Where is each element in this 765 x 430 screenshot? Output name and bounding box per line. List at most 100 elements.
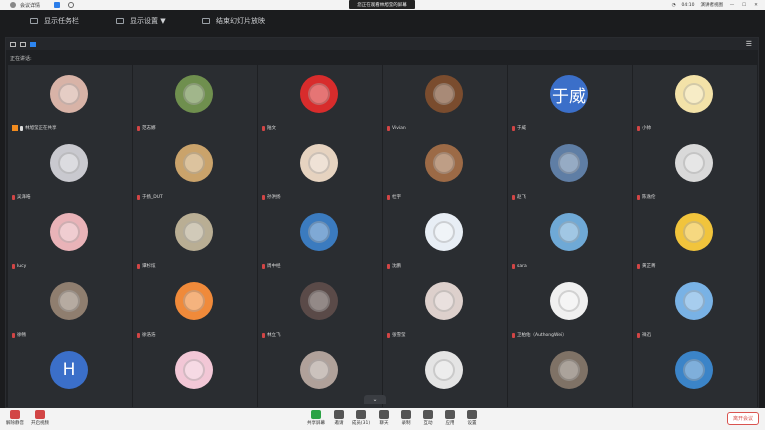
avatar xyxy=(425,144,463,182)
muted-mic-icon xyxy=(387,332,390,338)
participant-name-text: 于威 xyxy=(517,126,526,131)
participant-tile[interactable]: 范志娜 xyxy=(133,65,257,134)
video-panel: ☰ 正在讲话: 林旭莹正在共享 范志娜 陆文 Vivian 于威 于威小帅吴泽皓 于扬_DU… xyxy=(5,37,759,410)
drawing-icon xyxy=(433,221,455,243)
dog-frame-icon xyxy=(183,152,205,174)
minimize-panel-icon[interactable] xyxy=(10,41,16,47)
speaking-label: 正在讲话: xyxy=(10,56,32,62)
totoro-bw-icon xyxy=(433,359,455,381)
participant-tile[interactable]: 林旭莹正在共享 xyxy=(8,65,132,134)
participant-name-text: 周中经 xyxy=(267,264,281,269)
participant-tile[interactable]: 张雪莹 xyxy=(383,272,507,341)
participant-tile[interactable]: 周中经 xyxy=(258,203,382,272)
clock-icon: ◔ xyxy=(671,2,676,8)
avatar xyxy=(425,75,463,113)
show-taskbar-button[interactable]: 显示任务栏 xyxy=(30,16,79,26)
view-mode-button[interactable]: 演讲者视图 xyxy=(701,2,724,8)
participant-tile[interactable]: 谭杉炫 xyxy=(133,203,257,272)
interact-button[interactable]: 互动 xyxy=(417,410,439,426)
participant-tile[interactable]: 徐畅 xyxy=(8,272,132,341)
participant-tile[interactable]: 小帅 xyxy=(633,65,757,134)
participant-name-text: 徐畅 xyxy=(17,333,26,338)
participant-tile[interactable]: 杜宇 xyxy=(383,134,507,203)
participant-tile[interactable]: 沈鹏 xyxy=(383,203,507,272)
display-settings-label: 显示设置 ▼ xyxy=(130,17,166,25)
avatar xyxy=(175,75,213,113)
participant-tile[interactable]: 于扬_DUT xyxy=(133,134,257,203)
display-settings-button[interactable]: 显示设置 ▼ xyxy=(116,16,166,26)
participant-tile[interactable] xyxy=(383,341,507,410)
video-button[interactable]: 开启视频 xyxy=(29,410,51,426)
share-button[interactable]: 共享屏幕 xyxy=(305,410,327,426)
avatar xyxy=(175,282,213,320)
shield-icon[interactable] xyxy=(54,2,61,8)
chat-button[interactable]: 聊天 xyxy=(373,410,395,426)
collapse-icon[interactable]: ⌄ xyxy=(364,395,386,404)
participant-tile[interactable]: 孙洪扬 xyxy=(258,134,382,203)
participant-tile[interactable]: sara xyxy=(508,203,632,272)
dark-photo-icon xyxy=(308,290,330,312)
participant-name: 孙洪扬 xyxy=(262,194,281,200)
grid-view-icon[interactable] xyxy=(20,41,26,47)
share-label: 共享屏幕 xyxy=(307,421,325,426)
meeting-info[interactable]: 会议详情 xyxy=(10,2,75,9)
participant-tile[interactable]: 黄芷菁 xyxy=(633,203,757,272)
participant-name: 黄芷菁 xyxy=(637,263,656,269)
avatar xyxy=(175,144,213,182)
gear-button[interactable]: 设置 xyxy=(461,410,483,426)
participant-tile[interactable] xyxy=(508,341,632,410)
avatar xyxy=(675,282,713,320)
invite-button[interactable]: 邀请 xyxy=(328,410,350,426)
participant-tile[interactable]: 卫柏佑（AuthongWei） xyxy=(508,272,632,341)
avatar xyxy=(175,351,213,389)
participant-name-text: 小帅 xyxy=(642,126,651,131)
maximize-icon[interactable]: ☐ xyxy=(741,3,747,8)
participant-name: 陈逸伦 xyxy=(637,194,656,200)
interact-icon xyxy=(423,410,433,419)
mic-icon xyxy=(20,125,23,131)
participant-tile[interactable]: 吴泽皓 xyxy=(8,134,132,203)
participant-name: sara xyxy=(512,264,527,269)
participant-tile[interactable]: 陈逸伦 xyxy=(633,134,757,203)
avatar xyxy=(300,75,338,113)
leave-meeting-button[interactable]: 离开会议 xyxy=(727,412,759,425)
mic-button[interactable]: 解除静音 xyxy=(4,410,26,426)
apps-button[interactable]: 应用 xyxy=(439,410,461,426)
minimize-icon[interactable]: — xyxy=(729,3,735,8)
participant-tile[interactable]: 赵飞 xyxy=(508,134,632,203)
gallery-view-icon[interactable] xyxy=(30,41,36,47)
participant-tile[interactable]: lucy xyxy=(8,203,132,272)
participant-tile[interactable] xyxy=(633,341,757,410)
menu-icon[interactable]: ☰ xyxy=(746,40,752,48)
avatar: H xyxy=(50,351,88,389)
title-bar: 会议详情 您正在观看林旭莹的屏幕 ◔ 04:10 演讲者视图 — ☐ ✕ xyxy=(0,0,765,10)
record-button[interactable]: 录制 xyxy=(395,410,417,426)
avatar xyxy=(675,213,713,251)
participant-name-text: 谭杉炫 xyxy=(142,264,156,269)
muted-mic-icon xyxy=(637,194,640,200)
participant-tile[interactable]: Vivian xyxy=(383,65,507,134)
participant-tile[interactable]: 于威 于威 xyxy=(508,65,632,134)
participant-name-text: 徐浩浩 xyxy=(142,333,156,338)
participant-tile[interactable]: 祥迅 xyxy=(633,272,757,341)
participant-name: 谭杉炫 xyxy=(137,263,156,269)
participant-name: 林旭莹正在共享 xyxy=(12,125,57,131)
muted-mic-icon xyxy=(262,125,265,131)
participant-tile[interactable]: 徐浩浩 xyxy=(133,272,257,341)
participant-tile[interactable] xyxy=(133,341,257,410)
participant-name-text: 赵飞 xyxy=(517,195,526,200)
avatar xyxy=(550,282,588,320)
members-button[interactable]: 成员(31) xyxy=(350,410,372,426)
sky-tower-icon xyxy=(308,221,330,243)
meeting-controls: 离开会议 解除静音 开启视频 共享屏幕 邀请 成员(31) 聊天 录制 互动 应用 设置 xyxy=(0,408,765,430)
participant-name: 于扬_DUT xyxy=(137,194,163,200)
panel-header: ☰ xyxy=(6,38,758,50)
participant-tile[interactable]: 林立飞 xyxy=(258,272,382,341)
participant-tile[interactable]: H xyxy=(8,341,132,410)
signal-icon[interactable] xyxy=(68,2,75,8)
avatar xyxy=(425,213,463,251)
end-slideshow-button[interactable]: 结束幻灯片放映 xyxy=(202,16,265,26)
close-icon[interactable]: ✕ xyxy=(753,3,759,8)
participant-tile[interactable]: 陆文 xyxy=(258,65,382,134)
white-cat-icon xyxy=(58,152,80,174)
